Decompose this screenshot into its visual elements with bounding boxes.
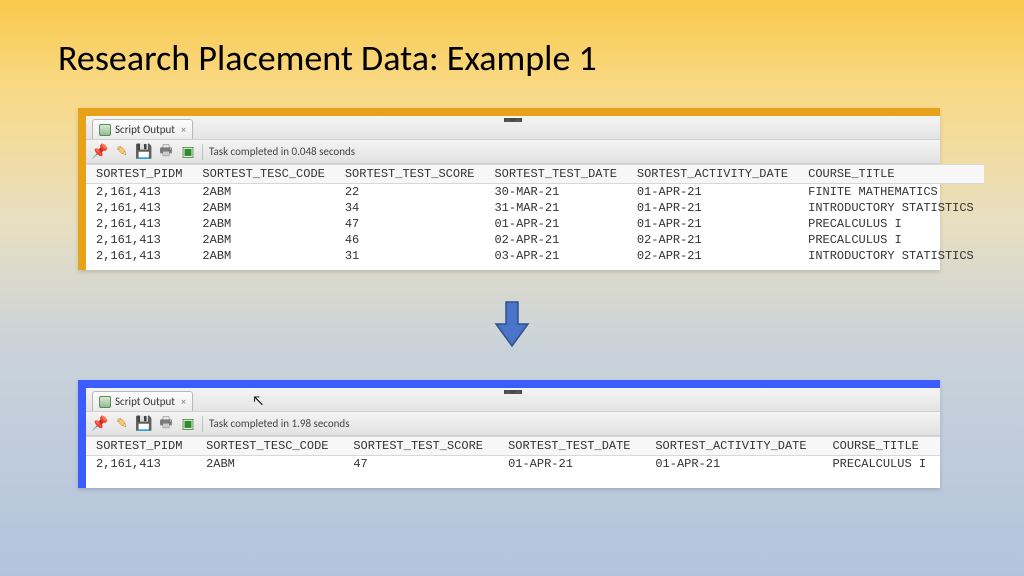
table-cell: 01-APR-21 [498,456,645,473]
table-cell: 02-APR-21 [484,232,626,248]
table-cell: PRECALCULUS I [822,456,940,473]
table-header: SORTEST_PIDM [86,165,192,184]
toolbar: 📌 ✎ 💾 🖶 ▣ Task completed in 1.98 seconds… [86,412,940,436]
table-header: COURSE_TITLE [822,437,940,456]
tab-bar: Script Output × [86,116,940,140]
tab-label: Script Output [115,123,175,136]
table-cell: 2,161,413 [86,216,192,232]
table-row: 2,161,4132ABM3103-APR-2102-APR-21INTRODU… [86,248,984,264]
table-cell: 01-APR-21 [627,216,798,232]
table-cell: 47 [343,456,498,473]
table-cell: 31 [335,248,485,264]
tab-script-output[interactable]: Script Output × [92,119,193,139]
table-cell: 2,161,413 [86,184,192,201]
save-icon[interactable]: 💾 [136,144,152,160]
table-cell: 02-APR-21 [627,232,798,248]
save-icon[interactable]: 💾 [136,416,152,432]
close-icon[interactable]: × [179,395,186,408]
script-output-panel-top: Script Output × 📌 ✎ 💾 🖶 ▣ Task completed… [78,108,940,270]
table-header: SORTEST_ACTIVITY_DATE [645,437,822,456]
table-row: 2,161,4132ABM2230-MAR-2101-APR-21FINITE … [86,184,984,201]
table-cell: PRECALCULUS I [798,232,984,248]
pin-icon[interactable]: 📌 [92,144,108,160]
table-cell: 47 [335,216,485,232]
table-cell: 46 [335,232,485,248]
table-cell: 03-APR-21 [484,248,626,264]
script-output-icon [99,124,111,136]
run-icon[interactable]: ▣ [180,144,196,160]
results-table: SORTEST_PIDMSORTEST_TESC_CODESORTEST_TES… [86,436,940,472]
table-cell: 01-APR-21 [484,216,626,232]
table-cell: 2ABM [192,248,334,264]
pin-icon[interactable]: 📌 [92,416,108,432]
table-cell: INTRODUCTORY STATISTICS [798,200,984,216]
toolbar: 📌 ✎ 💾 🖶 ▣ Task completed in 0.048 second… [86,140,940,164]
pencil-icon[interactable]: ✎ [114,416,130,432]
table-cell: 22 [335,184,485,201]
task-status: Task completed in 1.98 seconds [209,417,350,430]
table-cell: PRECALCULUS I [798,216,984,232]
table-header: SORTEST_TESC_CODE [196,437,343,456]
table-cell: 2ABM [192,232,334,248]
table-cell: 01-APR-21 [627,184,798,201]
slide-title: Research Placement Data: Example 1 [58,36,597,80]
close-icon[interactable]: × [179,123,186,136]
results-table: SORTEST_PIDMSORTEST_TESC_CODESORTEST_TES… [86,164,984,264]
print-icon[interactable]: 🖶 [158,144,174,160]
script-output-panel-bottom: Script Output × 📌 ✎ 💾 🖶 ▣ Task completed… [78,380,940,488]
table-row: 2,161,4132ABM4602-APR-2102-APR-21PRECALC… [86,232,984,248]
table-row: 2,161,4132ABM4701-APR-2101-APR-21PRECALC… [86,456,940,473]
dock-handle[interactable] [504,390,522,394]
table-cell: 34 [335,200,485,216]
table-row: 2,161,4132ABM3431-MAR-2101-APR-21INTRODU… [86,200,984,216]
dock-handle[interactable] [504,118,522,122]
table-cell: 2,161,413 [86,248,192,264]
table-cell: INTRODUCTORY STATISTICS [798,248,984,264]
tab-label: Script Output [115,395,175,408]
table-row: 2,161,4132ABM4701-APR-2101-APR-21PRECALC… [86,216,984,232]
table-cell: 2ABM [192,200,334,216]
table-header: SORTEST_ACTIVITY_DATE [627,165,798,184]
run-icon[interactable]: ▣ [180,416,196,432]
task-status: Task completed in 0.048 seconds [209,145,355,158]
table-cell: 01-APR-21 [645,456,822,473]
tab-bar: Script Output × [86,388,940,412]
divider [202,416,203,432]
arrow-down-icon [494,298,530,350]
table-cell: 2ABM [192,184,334,201]
cursor-icon: ↖ [252,392,264,409]
table-header: SORTEST_TEST_DATE [484,165,626,184]
table-header: SORTEST_TEST_SCORE [335,165,485,184]
table-header: COURSE_TITLE [798,165,984,184]
tab-script-output[interactable]: Script Output × [92,391,193,411]
table-cell: 2ABM [196,456,343,473]
table-cell: 30-MAR-21 [484,184,626,201]
table-cell: 2ABM [192,216,334,232]
table-cell: 31-MAR-21 [484,200,626,216]
table-cell: 2,161,413 [86,456,196,473]
table-cell: 02-APR-21 [627,248,798,264]
table-header: SORTEST_TEST_DATE [498,437,645,456]
table-cell: 2,161,413 [86,200,192,216]
table-header: SORTEST_PIDM [86,437,196,456]
table-cell: 01-APR-21 [627,200,798,216]
pencil-icon[interactable]: ✎ [114,144,130,160]
divider [202,144,203,160]
script-output-icon [99,396,111,408]
table-cell: FINITE MATHEMATICS [798,184,984,201]
table-cell: 2,161,413 [86,232,192,248]
table-header: SORTEST_TEST_SCORE [343,437,498,456]
print-icon[interactable]: 🖶 [158,416,174,432]
table-header: SORTEST_TESC_CODE [192,165,334,184]
